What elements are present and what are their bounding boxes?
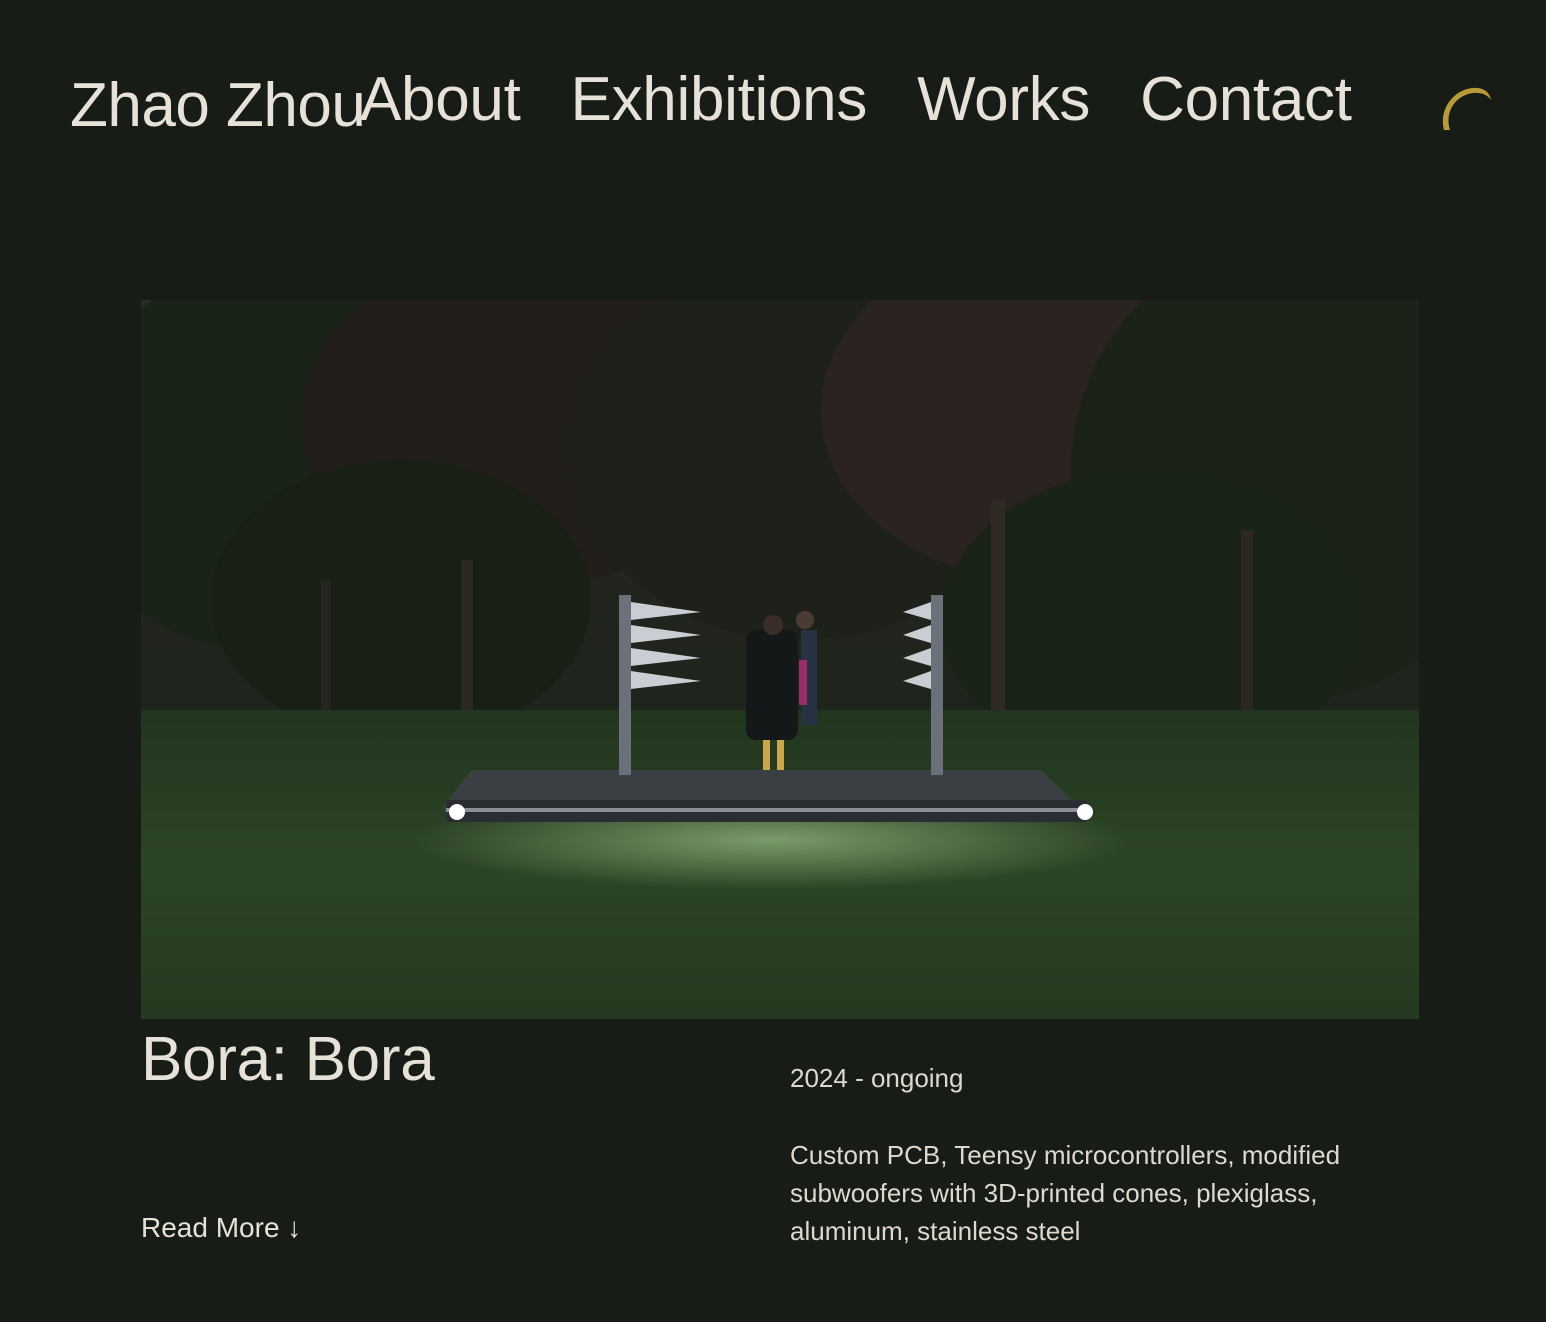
work-title: Bora: Bora [141,1025,435,1094]
work-materials: Custom PCB, Teensy microcontrollers, mod… [790,1140,1341,1246]
site-header: Zhao Zhou About Exhibitions Works Contac… [0,0,1546,180]
work-hero-image[interactable] [141,300,1419,1019]
nav-exhibitions[interactable]: Exhibitions [571,64,868,136]
nav-works[interactable]: Works [917,64,1090,136]
read-more-link[interactable]: Read More ↓ [141,1208,301,1248]
site-logo[interactable]: Zhao Zhou [70,70,366,142]
nav-about[interactable]: About [360,64,521,136]
main-nav: About Exhibitions Works Contact [360,64,1352,136]
nav-contact[interactable]: Contact [1140,64,1352,136]
work-year: 2024 - ongoing [790,1063,964,1093]
crescent-moon-icon[interactable] [1436,80,1494,134]
